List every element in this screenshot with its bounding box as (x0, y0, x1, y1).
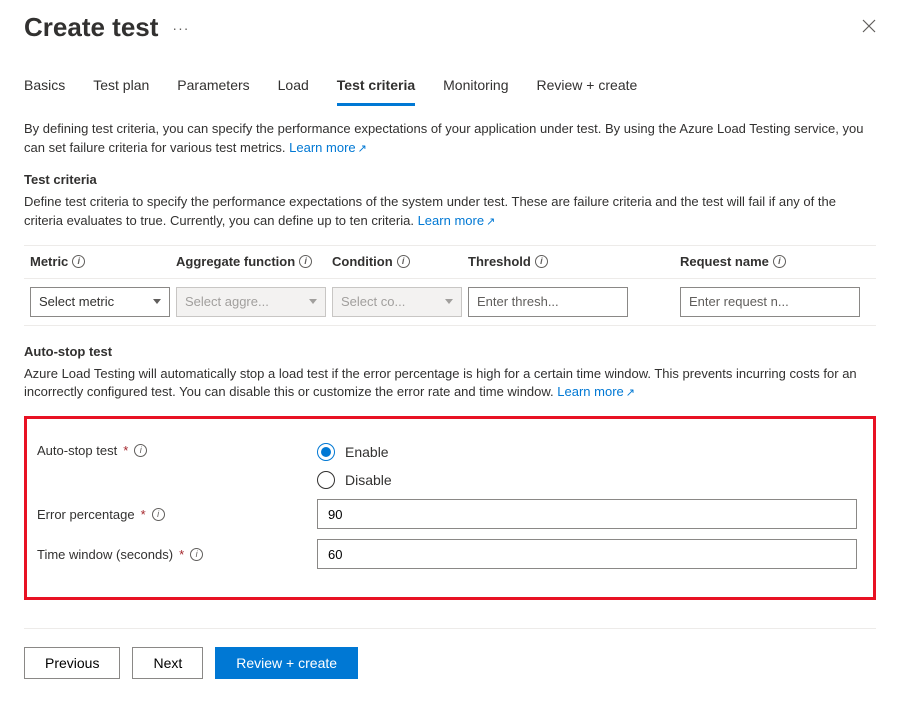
tab-test-criteria[interactable]: Test criteria (337, 71, 415, 106)
aggregate-select[interactable]: Select aggre... (176, 287, 326, 317)
criteria-grid-header: Metric i Aggregate function i Condition … (24, 245, 876, 278)
select-placeholder: Select co... (341, 294, 405, 309)
autostop-heading: Auto-stop test (24, 344, 876, 359)
error-percentage-label: Error percentage * i (37, 507, 317, 522)
request-name-input[interactable] (680, 287, 860, 317)
required-asterisk: * (179, 547, 184, 562)
select-placeholder: Select metric (39, 294, 114, 309)
info-icon[interactable]: i (190, 548, 203, 561)
autostop-learn-more-link[interactable]: Learn more↗ (557, 384, 635, 399)
col-threshold: Threshold i (468, 254, 628, 269)
col-metric: Metric i (30, 254, 170, 269)
tab-parameters[interactable]: Parameters (177, 71, 249, 105)
time-window-input[interactable] (317, 539, 857, 569)
chevron-down-icon (153, 299, 161, 304)
col-request: Request name i (680, 254, 860, 269)
required-asterisk: * (141, 507, 146, 522)
tab-review-create[interactable]: Review + create (537, 71, 638, 105)
previous-button[interactable]: Previous (24, 647, 120, 679)
radio-label: Enable (345, 444, 389, 460)
autostop-label: Auto-stop test * i (37, 443, 317, 458)
radio-label: Disable (345, 472, 392, 488)
col-condition: Condition i (332, 254, 462, 269)
error-percentage-row: Error percentage * i (37, 499, 857, 529)
label-text: Auto-stop test (37, 443, 117, 458)
condition-select[interactable]: Select co... (332, 287, 462, 317)
info-icon[interactable]: i (397, 255, 410, 268)
autostop-enable-radio[interactable]: Enable (317, 443, 392, 461)
col-label: Aggregate function (176, 254, 295, 269)
col-aggregate: Aggregate function i (176, 254, 326, 269)
autostop-disable-radio[interactable]: Disable (317, 471, 392, 489)
external-link-icon: ↗ (358, 143, 367, 155)
info-icon[interactable]: i (72, 255, 85, 268)
external-link-icon: ↗ (626, 387, 635, 399)
select-placeholder: Select aggre... (185, 294, 269, 309)
chevron-down-icon (445, 299, 453, 304)
chevron-down-icon (309, 299, 317, 304)
review-create-button[interactable]: Review + create (215, 647, 358, 679)
info-icon[interactable]: i (299, 255, 312, 268)
col-label: Request name (680, 254, 769, 269)
info-icon[interactable]: i (773, 255, 786, 268)
time-window-row: Time window (seconds) * i (37, 539, 857, 569)
col-label: Condition (332, 254, 393, 269)
next-button[interactable]: Next (132, 647, 203, 679)
test-criteria-heading: Test criteria (24, 172, 876, 187)
col-label: Metric (30, 254, 68, 269)
criteria-learn-more-link[interactable]: Learn more↗ (418, 213, 496, 228)
info-icon[interactable]: i (152, 508, 165, 521)
threshold-input[interactable] (468, 287, 628, 317)
tab-load[interactable]: Load (278, 71, 309, 105)
desc-text: Azure Load Testing will automatically st… (24, 366, 857, 400)
tab-monitoring[interactable]: Monitoring (443, 71, 508, 105)
page-title: Create test (24, 12, 158, 43)
radio-icon (317, 471, 335, 489)
label-text: Time window (seconds) (37, 547, 173, 562)
link-label: Learn more (557, 384, 623, 399)
time-window-label: Time window (seconds) * i (37, 547, 317, 562)
radio-icon (317, 443, 335, 461)
link-label: Learn more (289, 140, 355, 155)
autostop-description: Azure Load Testing will automatically st… (24, 365, 876, 403)
intro-text: By defining test criteria, you can speci… (24, 120, 876, 158)
error-percentage-input[interactable] (317, 499, 857, 529)
col-label: Threshold (468, 254, 531, 269)
metric-select[interactable]: Select metric (30, 287, 170, 317)
external-link-icon: ↗ (486, 216, 495, 228)
tab-bar: Basics Test plan Parameters Load Test cr… (24, 71, 876, 106)
intro-learn-more-link[interactable]: Learn more↗ (289, 140, 367, 155)
panel-header: Create test ··· (24, 12, 876, 43)
tab-basics[interactable]: Basics (24, 71, 65, 105)
test-criteria-description: Define test criteria to specify the perf… (24, 193, 876, 231)
label-text: Error percentage (37, 507, 135, 522)
intro-text-body: By defining test criteria, you can speci… (24, 121, 863, 155)
required-asterisk: * (123, 443, 128, 458)
info-icon[interactable]: i (134, 444, 147, 457)
autostop-radio-row: Auto-stop test * i Enable Disable (37, 443, 857, 489)
more-actions-button[interactable]: ··· (172, 20, 189, 36)
autostop-callout: Auto-stop test* i Enable Disable Er (24, 416, 876, 600)
tab-test-plan[interactable]: Test plan (93, 71, 149, 105)
close-icon[interactable] (862, 19, 876, 37)
criteria-grid-row: Select metric Select aggre... Select co.… (24, 278, 876, 326)
info-icon[interactable]: i (535, 255, 548, 268)
link-label: Learn more (418, 213, 484, 228)
footer-actions: Previous Next Review + create (24, 628, 876, 679)
